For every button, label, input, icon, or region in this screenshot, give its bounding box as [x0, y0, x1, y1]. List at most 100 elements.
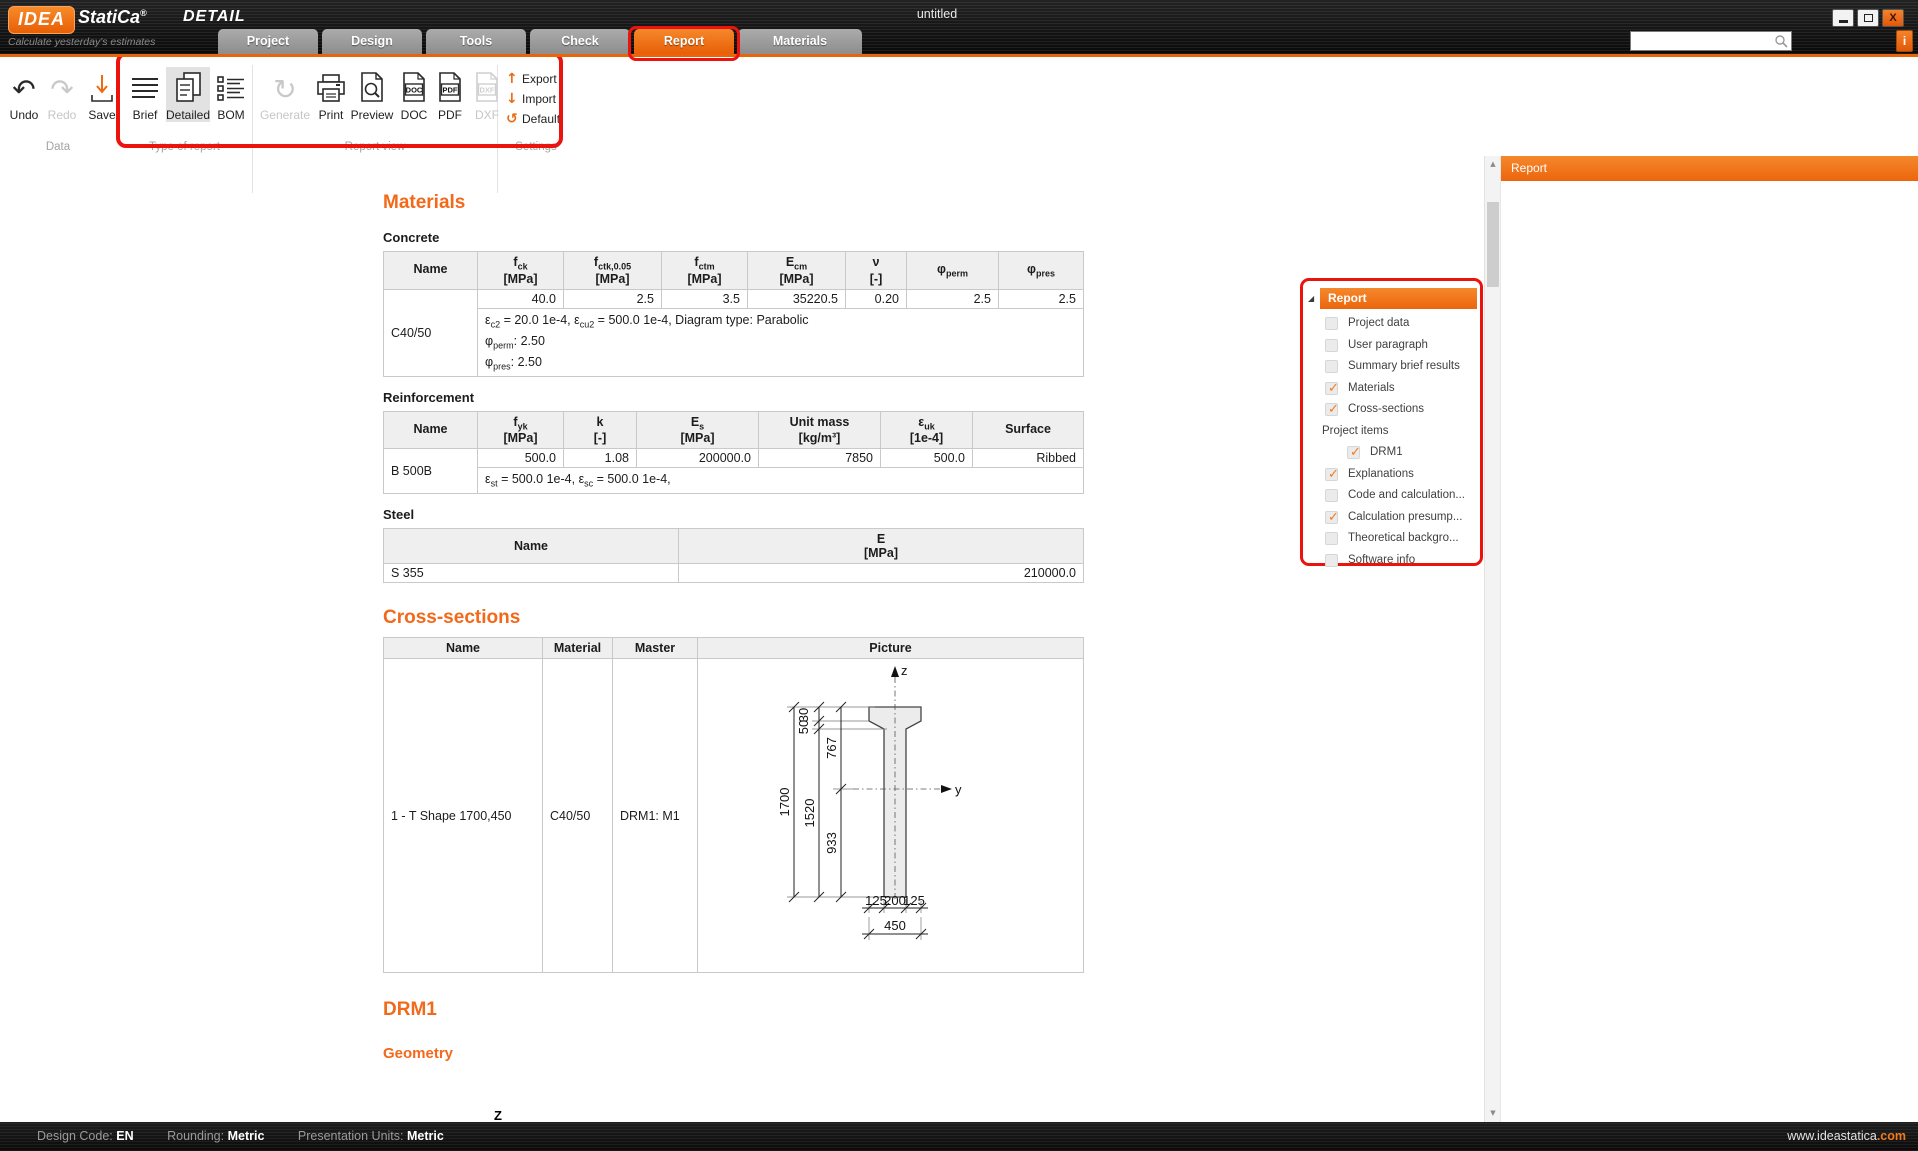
svg-text:1520: 1520 [802, 799, 817, 828]
dxf-file-icon: DXF [471, 71, 503, 105]
scroll-down-button[interactable]: ▼ [1485, 1105, 1501, 1122]
cross-sections-heading: Cross-sections [383, 607, 1083, 629]
svg-text:125: 125 [903, 893, 925, 908]
print-icon [314, 73, 348, 105]
svg-text:y: y [955, 782, 962, 797]
pdf-export-button[interactable]: PDF PDF [432, 67, 468, 122]
check-item-theoretical-background[interactable]: Theoretical backgro... [1303, 528, 1480, 550]
check-item-explanations[interactable]: ✓Explanations [1303, 464, 1480, 486]
detailed-button[interactable]: Detailed [166, 67, 210, 122]
expander-icon[interactable]: ◢ [1306, 294, 1320, 303]
tab-materials[interactable]: Materials [738, 29, 862, 54]
checkbox[interactable] [1325, 532, 1338, 545]
window-title: untitled [872, 7, 1002, 21]
save-icon [87, 71, 117, 105]
group-label-settings: Settings [497, 141, 575, 153]
ribbon-separator [252, 65, 253, 193]
default-button[interactable]: ↺ Default [506, 109, 560, 128]
check-item-materials[interactable]: ✓Materials [1303, 378, 1480, 400]
undo-button[interactable]: ↶ Undo [6, 67, 42, 122]
design-code: Design Code: EN [37, 1129, 134, 1143]
checkbox[interactable] [1325, 489, 1338, 502]
materials-heading: Materials [383, 156, 1083, 214]
tab-tools[interactable]: Tools [426, 29, 526, 54]
svg-text:z: z [901, 663, 908, 678]
preview-button[interactable]: Preview [350, 67, 394, 122]
report-document: Materials Concrete Name fck[MPa] fctk,0.… [0, 156, 1484, 1122]
print-button[interactable]: Print [314, 67, 348, 122]
scroll-up-button[interactable]: ▲ [1485, 156, 1501, 173]
doc-export-button[interactable]: DOC DOC [396, 67, 432, 122]
scrollbar-thumb[interactable] [1487, 202, 1499, 287]
dxf-export-button[interactable]: DXF DXF [470, 67, 504, 122]
search-box[interactable] [1630, 31, 1792, 51]
svg-text:Z: Z [494, 1108, 502, 1122]
reinforcement-values-row: B 500B 500.0 1.08 200000.0 7850 500.0 Ri… [384, 449, 1084, 468]
svg-text:450: 450 [884, 918, 906, 933]
import-icon: ↓ [506, 91, 522, 107]
export-button[interactable]: ↑ Export [506, 69, 557, 88]
steel-label: Steel [383, 507, 1083, 522]
redo-icon: ↷ [50, 75, 73, 105]
report-items-header[interactable]: Report [1320, 288, 1477, 309]
brief-button[interactable]: Brief [126, 67, 164, 122]
check-item-user-paragraph[interactable]: User paragraph [1303, 335, 1480, 357]
check-item-cross-sections[interactable]: ✓Cross-sections [1303, 399, 1480, 421]
doc-file-icon: DOC [398, 71, 430, 105]
check-icon: ✓ [1350, 442, 1361, 464]
checkbox[interactable] [1325, 339, 1338, 352]
export-icon: ↑ [506, 71, 522, 87]
check-item-calculation-presumptions[interactable]: ✓Calculation presump... [1303, 507, 1480, 529]
bom-button[interactable]: BOM [212, 67, 250, 122]
search-input[interactable] [1631, 34, 1771, 50]
drm1-heading: DRM1 [383, 999, 1083, 1021]
presentation-units: Presentation Units: Metric [298, 1129, 444, 1143]
idea-logo: IDEA [8, 6, 75, 34]
tab-design[interactable]: Design [322, 29, 422, 54]
cross-section-master: DRM1: M1 [613, 659, 698, 973]
check-item-summary-brief-results[interactable]: Summary brief results [1303, 356, 1480, 378]
bom-icon [215, 73, 247, 105]
check-icon: ✓ [1328, 378, 1339, 400]
main-area: Materials Concrete Name fck[MPa] fctk,0.… [0, 156, 1918, 1122]
generate-button[interactable]: ↻ Generate [258, 67, 312, 122]
checkbox[interactable] [1325, 554, 1338, 567]
import-button[interactable]: ↓ Import [506, 89, 556, 108]
svg-text:DOC: DOC [406, 86, 423, 95]
search-icon [1774, 34, 1789, 49]
cross-sections-table: Name Material Master Picture 1 - T Shape… [383, 637, 1084, 973]
concrete-name: C40/50 [384, 289, 478, 376]
close-button[interactable]: X [1882, 9, 1904, 27]
check-icon: ✓ [1328, 399, 1339, 421]
reinforcement-table: Name fyk[MPa] k[-] Es[MPa] Unit mass[kg/… [383, 411, 1084, 495]
group-label-data: Data [0, 141, 116, 153]
cross-sections-header-row: Name Material Master Picture [384, 638, 1084, 659]
svg-text:50: 50 [796, 720, 811, 734]
maximize-button[interactable] [1857, 9, 1879, 27]
redo-button[interactable]: ↷ Redo [44, 67, 80, 122]
right-panel-header: Report [1501, 156, 1918, 181]
reinforcement-header-row: Name fyk[MPa] k[-] Es[MPa] Unit mass[kg/… [384, 411, 1084, 449]
tab-project[interactable]: Project [218, 29, 318, 54]
info-button[interactable]: i [1896, 30, 1913, 52]
undo-icon: ↶ [12, 75, 35, 105]
minimize-button[interactable] [1832, 9, 1854, 27]
check-item-project-data[interactable]: Project data [1303, 313, 1480, 335]
statica-logo-text: StatiCa® [78, 7, 147, 28]
t-section-drawing: z y [705, 661, 1091, 967]
check-item-software-info[interactable]: Software info [1303, 550, 1480, 572]
svg-text:DXF: DXF [480, 86, 495, 95]
reinforcement-name: B 500B [384, 449, 478, 494]
save-button[interactable]: Save [84, 67, 120, 122]
tab-check[interactable]: Check [530, 29, 630, 54]
website-link[interactable]: www.ideastatica.com [1787, 1122, 1906, 1151]
checkbox[interactable] [1325, 317, 1338, 330]
vertical-scrollbar[interactable]: ▲ ▼ [1484, 156, 1500, 1122]
svg-text:1700: 1700 [777, 788, 792, 817]
checkbox[interactable] [1325, 360, 1338, 373]
check-item-drm1[interactable]: ✓DRM1 [1303, 442, 1480, 464]
tab-report[interactable]: Report [634, 29, 734, 54]
group-label-report-view: Report view [253, 141, 497, 153]
steel-header-row: Name E[MPa] [384, 529, 1084, 564]
check-item-code-and-calculation[interactable]: Code and calculation... [1303, 485, 1480, 507]
